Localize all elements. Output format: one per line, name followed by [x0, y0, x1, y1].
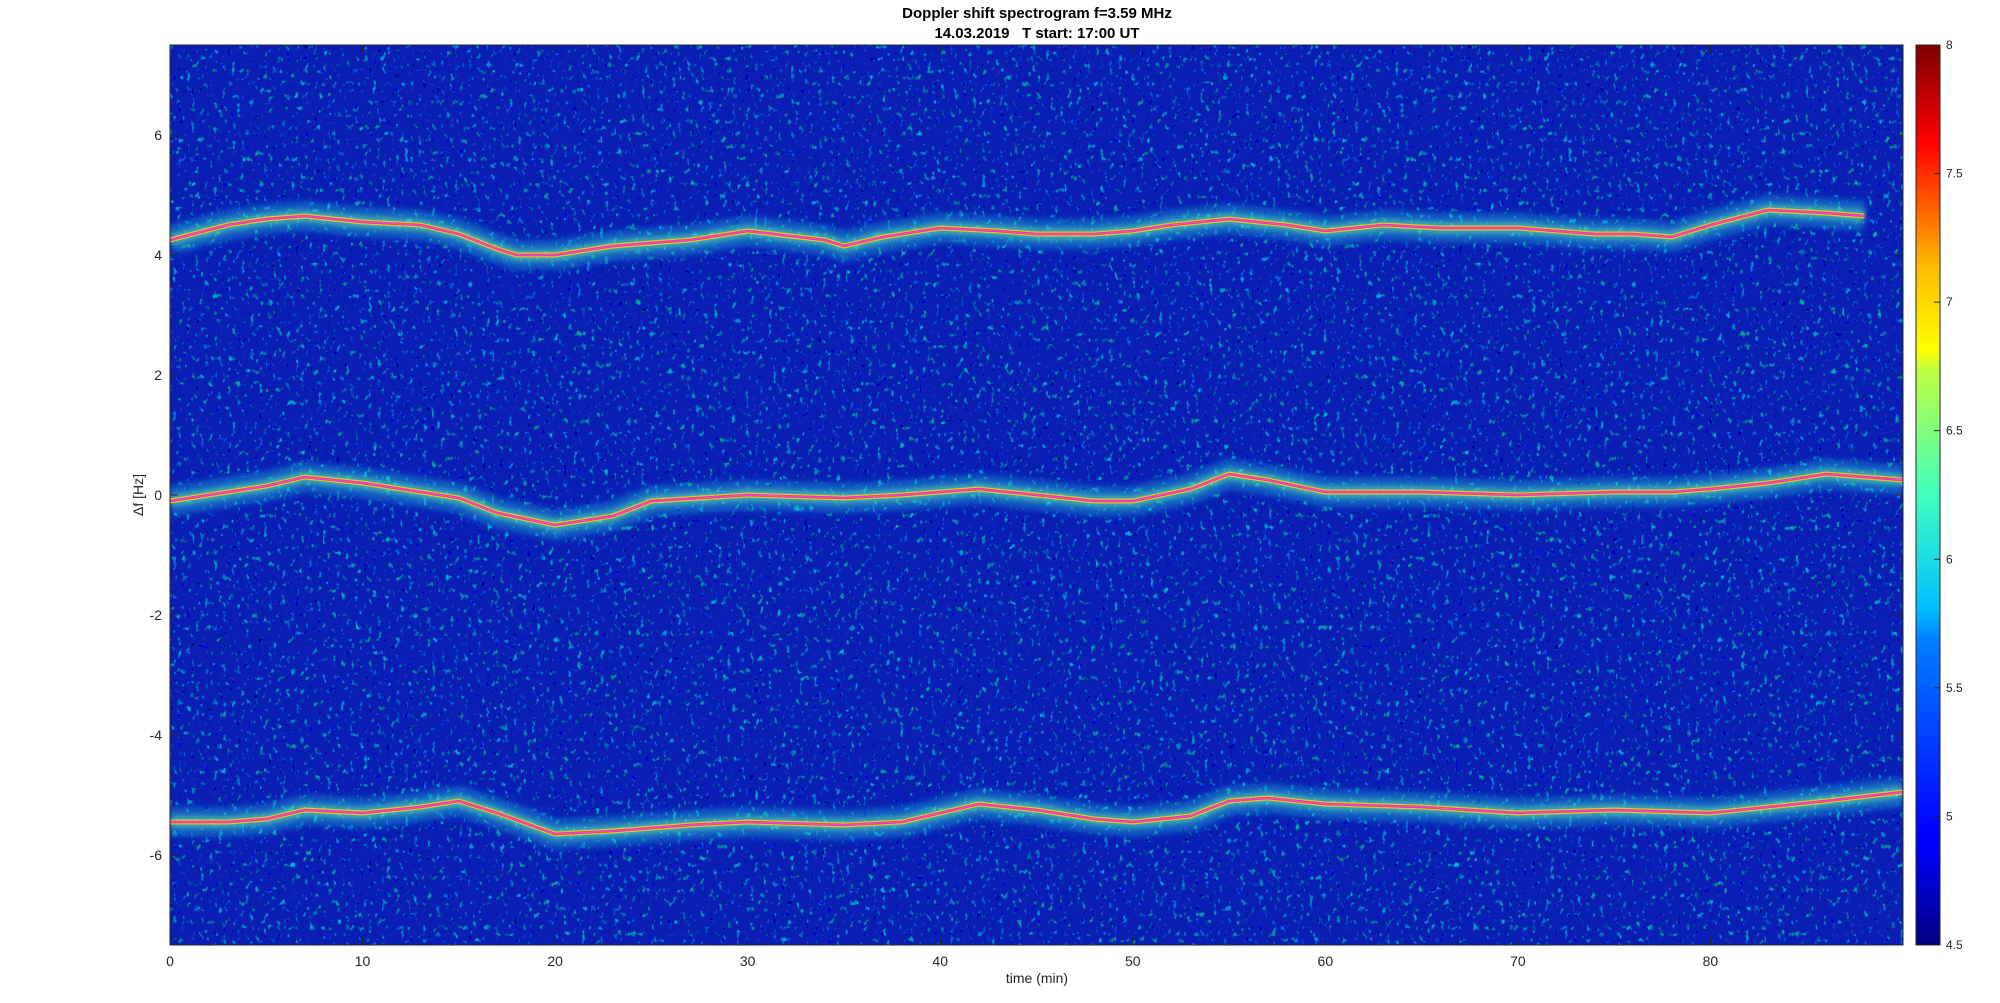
colorbar-tick-label: 8 [1946, 38, 1953, 52]
colorbar-tick-label: 6 [1946, 552, 1953, 566]
colorbar: 4.5 5 5.5 6 6.5 7 7.5 8 [1915, 38, 1963, 952]
y-tick-label: -2 [150, 607, 163, 623]
colorbar-gradient [1915, 44, 1941, 946]
chart-title: Doppler shift spectrogram f=3.59 MHz [902, 5, 1172, 22]
x-tick-label: 30 [740, 953, 756, 969]
y-tick-label: 2 [154, 367, 162, 383]
x-axis-label: time (min) [1006, 970, 1068, 986]
colorbar-tick-label: 5.5 [1946, 681, 1963, 695]
plot-area [170, 45, 1903, 945]
x-tick-label: 50 [1125, 953, 1141, 969]
colorbar-tick-label: 5 [1946, 809, 1953, 823]
y-axis-label: Δf [Hz] [130, 474, 146, 516]
y-tick-label: -6 [150, 847, 163, 863]
colorbar-tick-label: 7.5 [1946, 167, 1963, 181]
chart-subtitle: 14.03.2019 T start: 17:00 UT [934, 25, 1139, 42]
colorbar-tick-label: 4.5 [1946, 938, 1963, 952]
colorbar-tick-label: 7 [1946, 295, 1953, 309]
x-tick-label: 0 [166, 953, 174, 969]
y-tick-label: 4 [154, 247, 162, 263]
x-tick-label: 40 [932, 953, 948, 969]
x-tick-label: 20 [547, 953, 563, 969]
y-tick-label: 0 [154, 487, 162, 503]
x-tick-label: 70 [1510, 953, 1526, 969]
y-tick-label: -4 [150, 727, 163, 743]
y-tick-label: 6 [154, 127, 162, 143]
x-tick-label: 10 [355, 953, 371, 969]
spectrogram-chart: Doppler shift spectrogram f=3.59 MHz 14.… [130, 5, 1963, 986]
x-tick-label: 80 [1703, 953, 1719, 969]
x-tick-label: 60 [1318, 953, 1334, 969]
colorbar-tick-label: 6.5 [1946, 424, 1963, 438]
